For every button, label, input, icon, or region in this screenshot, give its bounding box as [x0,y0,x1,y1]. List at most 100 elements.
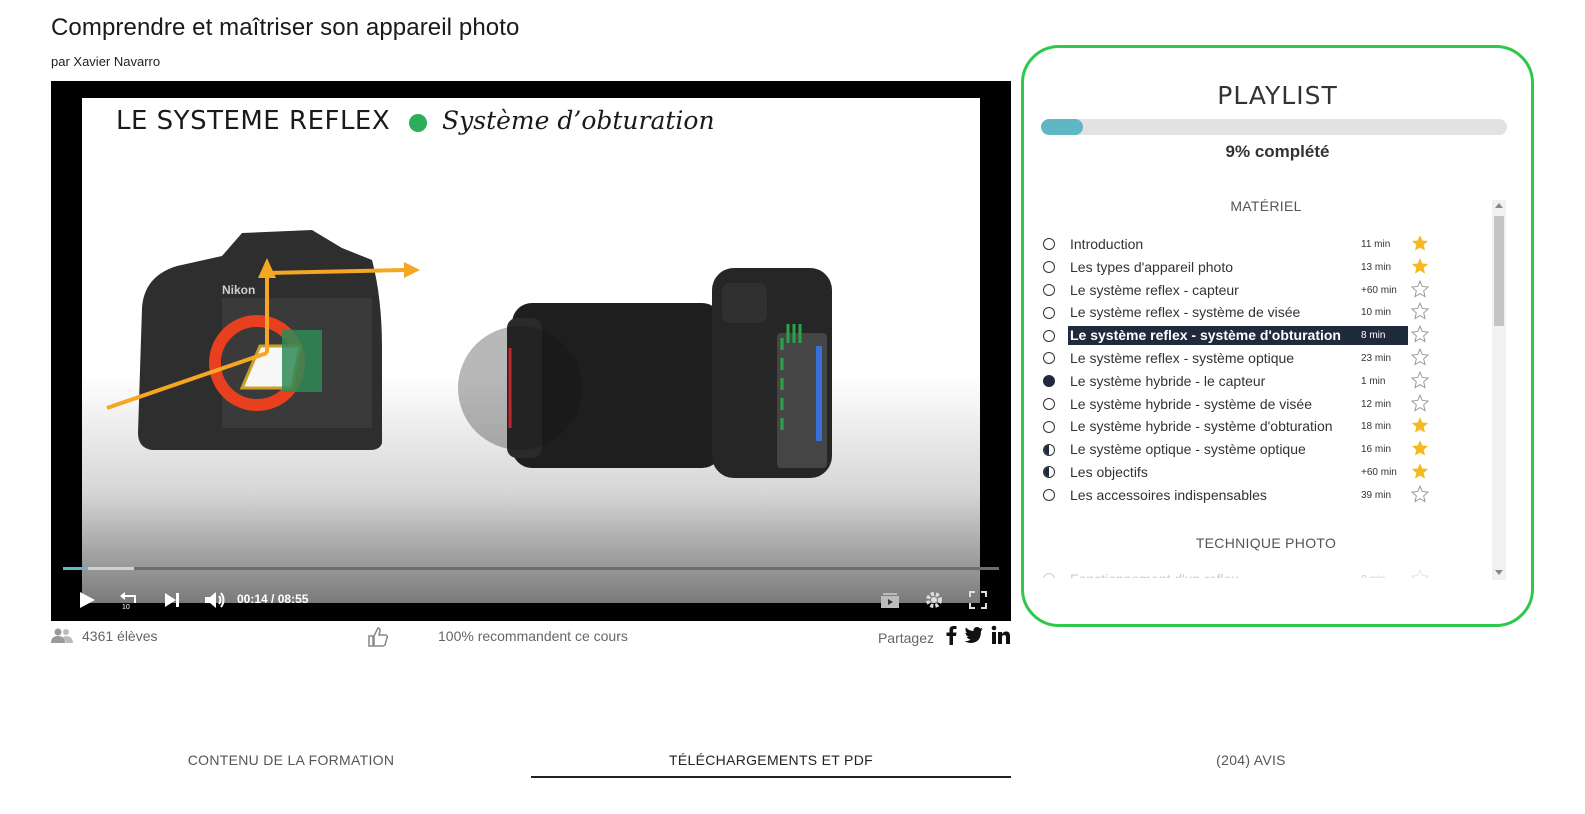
star-outline-icon[interactable] [1410,568,1430,578]
star-filled-icon[interactable] [1411,462,1429,480]
next-icon[interactable] [162,589,182,611]
star-outline-icon[interactable] [1410,279,1430,298]
lesson-duration: 11 min [1361,239,1391,250]
course-tabs: CONTENU DE LA FORMATION TÉLÉCHARGEMENTS … [51,752,1491,782]
total-duration: 08:55 [277,592,309,606]
star-outline-icon[interactable] [1410,484,1430,503]
playlist-progress-fill [1041,119,1083,135]
playlist-list[interactable]: MATÉRIEL Introduction 11 min Les types d'a… [1041,198,1511,578]
lesson-duration: 39 min [1361,489,1392,501]
lesson-list: Introduction 11 min Les types d'appareil p… [1041,233,1501,507]
lesson-status-icon [1043,352,1055,365]
lesson-name: Le système optique - système optique [1070,441,1306,458]
star-outline-icon[interactable] [1410,325,1430,343]
lesson-item[interactable]: Le système optique - système optique 16 m… [1041,438,1501,461]
facebook-icon[interactable] [945,625,957,645]
lesson-duration: +60 min [1361,466,1397,478]
star-outline-icon[interactable] [1410,347,1430,366]
video-player[interactable]: Nikon LE SYSTEME REFLEX Système d’obtura… [51,81,1011,621]
playlist-title: PLAYLIST [1217,81,1338,110]
slide-heading: LE SYSTEME REFLEX [116,106,391,136]
users-icon [51,628,73,643]
lesson-status-icon [1043,443,1055,456]
lesson-status-icon [1043,397,1055,410]
star-filled-icon[interactable] [1411,439,1429,457]
lesson-status-icon [1043,375,1055,388]
current-time: 00:14 [237,592,268,606]
rewind-10-icon[interactable]: 10 [118,589,140,611]
lesson-duration: 10 min [1361,307,1392,319]
lesson-item[interactable]: Le système reflex - système optique 23 mi… [1041,347,1501,370]
video-played [63,567,89,570]
playlist-progress-text: 9% complété [1225,142,1330,161]
camera-illustration: Nikon [106,230,832,478]
playlist-toggle-icon[interactable] [879,589,901,611]
lesson-duration: 13 min [1361,261,1392,273]
lesson-name: Les objectifs [1070,463,1148,480]
scroll-down-icon[interactable] [1495,570,1503,575]
share-bar: Partagez [878,624,1011,646]
playlist-scrollbar[interactable] [1492,200,1506,580]
lesson-item[interactable]: Les types d'appareil photo 13 min [1041,256,1501,279]
course-stats: 4361 élèves 100% recommandent ce cours P… [51,624,1011,652]
lesson-item[interactable]: Introduction 11 min [1041,233,1501,256]
course-title: Comprendre et maîtriser son appareil pho… [51,14,520,41]
section-title-materiel: MATÉRIEL [1230,198,1302,214]
lesson-name: Le système reflex - capteur [1070,281,1239,298]
lesson-list-technique: Fonctionnement d'un reflex9 min [1041,568,1501,578]
course-author[interactable]: par Xavier Navarro [51,54,160,69]
volume-icon[interactable] [203,589,227,611]
video-frame: Nikon LE SYSTEME REFLEX Système d’obtura… [82,98,980,603]
star-filled-icon[interactable] [1411,257,1429,275]
scroll-thumb[interactable] [1494,216,1504,326]
star-filled-icon[interactable] [1411,234,1429,252]
lesson-status-icon [1043,573,1055,578]
play-icon[interactable] [77,589,97,611]
lesson-status-icon [1043,261,1055,274]
lesson-duration: 23 min [1361,352,1392,364]
lesson-item[interactable]: Le système reflex - capteur +60 min [1041,279,1501,302]
lesson-name: Le système hybride - système de visée [1070,395,1312,412]
lesson-item[interactable]: Les accessoires indispensables 39 min [1041,484,1501,507]
video-time: 00:14 / 08:55 [237,592,308,606]
star-filled-icon[interactable] [1411,416,1429,434]
linkedin-icon[interactable] [991,625,1011,645]
lesson-name: Le système hybride - le capteur [1070,372,1266,389]
tab-contenu[interactable]: CONTENU DE LA FORMATION [51,752,531,778]
lesson-item[interactable]: Le système reflex - système d'obturation… [1041,324,1501,347]
lesson-item[interactable]: Le système hybride - système de visée 12 … [1041,393,1501,416]
playlist-progress-bar [1041,119,1507,135]
lesson-status-icon [1043,306,1055,319]
lesson-status-icon [1043,466,1055,479]
fullscreen-icon[interactable] [967,589,989,611]
lesson-name: Introduction [1070,236,1144,252]
lesson-duration: 1 min [1361,375,1386,387]
star-outline-icon[interactable] [1410,393,1430,412]
lesson-item[interactable]: Le système hybride - le capteur 1 min [1041,370,1501,393]
lesson-item[interactable]: Le système reflex - système de visée 10 m… [1041,301,1501,324]
video-progress-bar[interactable] [63,567,999,570]
playlist-panel: PLAYLIST 9% complété MATÉRIEL Introducti… [1021,45,1534,627]
recommend-label: 100% recommandent ce cours [438,628,628,644]
star-outline-icon[interactable] [1410,370,1430,389]
star-outline-icon[interactable] [1410,302,1430,321]
lesson-item[interactable]: Fonctionnement d'un reflex9 min [1041,568,1501,578]
twitter-icon[interactable] [964,626,984,644]
lesson-status-icon [1043,420,1055,433]
thumbs-up-icon[interactable] [367,626,389,651]
slide-subtitle: Système d’obturation [442,106,715,135]
lesson-item[interactable]: Le système hybride - système d'obturatio… [1041,415,1501,438]
students-count: 4361 élèves [51,628,158,644]
share-label: Partagez [877,630,934,646]
scroll-up-icon[interactable] [1495,203,1503,208]
slide-bullet [409,114,427,132]
lesson-item[interactable]: Les objectifs +60 min [1041,461,1501,484]
lesson-name: Le système hybride - système d'obturatio… [1070,418,1333,435]
lesson-duration: 12 min [1361,398,1392,410]
settings-gear-icon[interactable] [923,589,945,611]
students-label: 4361 élèves [82,628,158,644]
tab-avis[interactable]: (204) AVIS [1011,752,1491,778]
lesson-duration: 8 min [1360,326,1408,346]
tab-telechargements[interactable]: TÉLÉCHARGEMENTS ET PDF [531,752,1011,778]
lesson-status-icon [1043,329,1055,342]
